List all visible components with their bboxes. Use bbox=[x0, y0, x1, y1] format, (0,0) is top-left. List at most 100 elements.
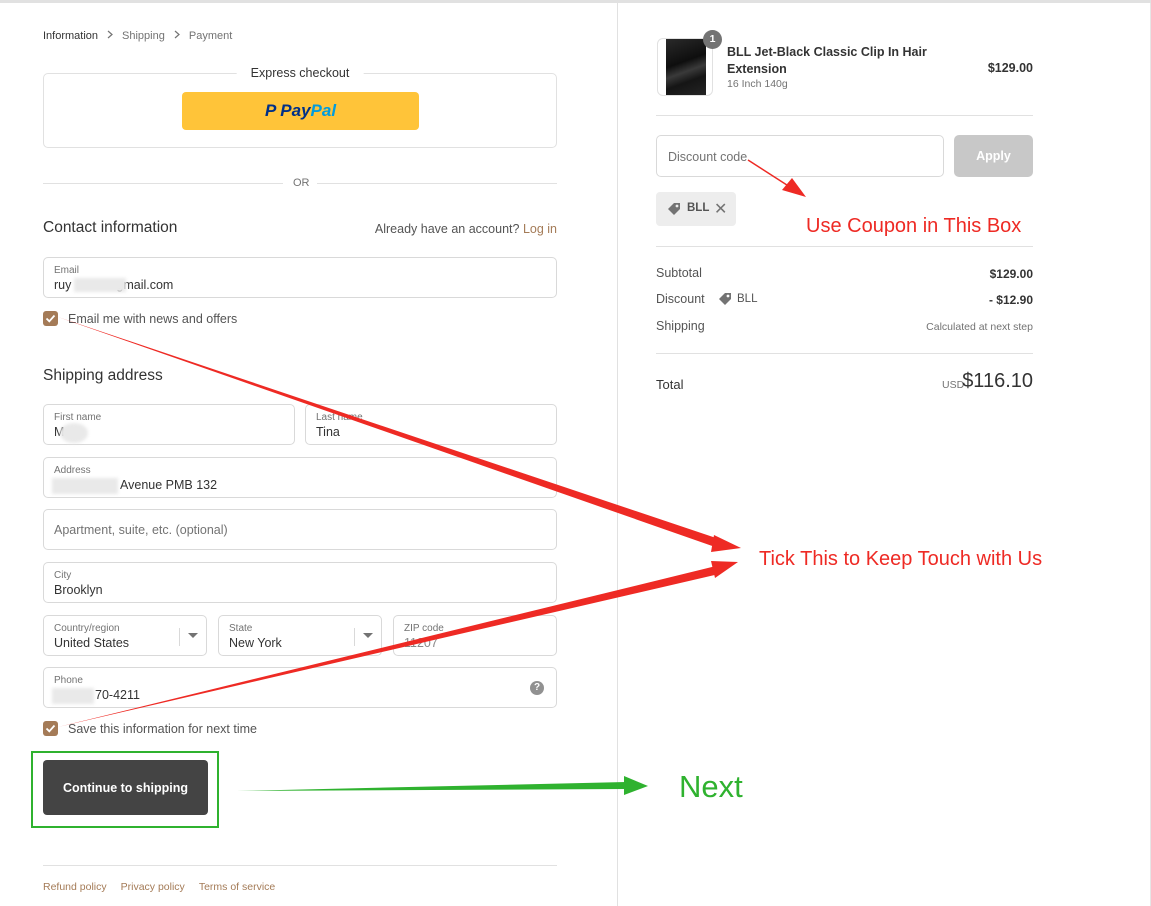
login-link[interactable]: Log in bbox=[523, 222, 557, 236]
product-thumbnail bbox=[657, 38, 713, 96]
email-label: Email bbox=[54, 265, 80, 276]
country-label: Country/region bbox=[54, 623, 120, 634]
phone-label: Phone bbox=[54, 675, 83, 686]
express-checkout-title: Express checkout bbox=[236, 66, 364, 80]
redaction-blur bbox=[52, 688, 94, 704]
paypal-button[interactable]: P Pay Pal bbox=[182, 92, 419, 130]
discount-placeholder: Discount code bbox=[668, 150, 748, 164]
footer-links: Refund policy Privacy policy Terms of se… bbox=[43, 881, 275, 893]
applied-code: BLL bbox=[687, 202, 710, 214]
continue-to-shipping-button[interactable]: Continue to shipping bbox=[43, 760, 208, 815]
tag-icon bbox=[667, 202, 681, 221]
select-separator bbox=[179, 628, 180, 646]
apartment-placeholder: Apartment, suite, etc. (optional) bbox=[54, 523, 228, 537]
last-name-field[interactable]: Last name Tina bbox=[305, 404, 557, 445]
tag-icon bbox=[718, 292, 732, 311]
address-label: Address bbox=[54, 465, 91, 476]
paypal-logo-icon: P bbox=[264, 101, 277, 120]
terms-of-service-link[interactable]: Terms of service bbox=[199, 881, 275, 893]
select-separator bbox=[354, 628, 355, 646]
state-label: State bbox=[229, 623, 253, 634]
account-prompt: Already have an account? Log in bbox=[375, 222, 557, 236]
privacy-policy-link[interactable]: Privacy policy bbox=[121, 881, 185, 893]
email-field[interactable]: Email ruy gmail.com bbox=[43, 257, 557, 298]
subtotal-label: Subtotal bbox=[656, 266, 702, 280]
zip-field[interactable]: ZIP code 11207 bbox=[393, 615, 557, 656]
phone-field[interactable]: Phone 70-4211 ? bbox=[43, 667, 557, 708]
product-name: BLL Jet-Black Classic Clip In Hair Exten… bbox=[727, 45, 927, 76]
or-divider-right bbox=[317, 183, 557, 184]
contact-section-title: Contact information bbox=[43, 219, 178, 236]
newsletter-label: Email me with news and offers bbox=[68, 312, 238, 326]
email-value-prefix: ruy bbox=[54, 278, 72, 292]
discount-value: - $12.90 bbox=[988, 293, 1033, 307]
or-divider-left bbox=[43, 183, 283, 184]
address-value: Avenue PMB 132 bbox=[120, 478, 218, 492]
annotation-tick: Tick This to Keep Touch with Us bbox=[759, 548, 1043, 570]
last-name-value: Tina bbox=[316, 425, 340, 439]
or-label: OR bbox=[293, 177, 310, 189]
apartment-field[interactable]: Apartment, suite, etc. (optional) bbox=[43, 509, 557, 550]
zip-label: ZIP code bbox=[404, 623, 444, 634]
product-image bbox=[666, 39, 706, 95]
account-prompt-text: Already have an account? bbox=[374, 222, 520, 236]
redaction-blur bbox=[74, 278, 126, 292]
column-divider bbox=[617, 3, 618, 906]
redaction-blur bbox=[60, 423, 88, 443]
discount-label: Discount bbox=[656, 292, 705, 306]
express-checkout-box: Express checkout P Pay Pal bbox=[43, 66, 557, 148]
apply-discount-button[interactable]: Apply bbox=[954, 135, 1033, 177]
footer-divider bbox=[43, 865, 557, 866]
annotation-coupon: Use Coupon in This Box bbox=[806, 215, 1022, 237]
checkmark-icon bbox=[45, 314, 56, 323]
shipping-label: Shipping bbox=[656, 319, 705, 333]
paypal-text-pay: Pay bbox=[280, 101, 311, 120]
paypal-text-pal: Pal bbox=[310, 101, 337, 120]
help-icon[interactable]: ? bbox=[530, 681, 544, 695]
product-variant: 16 Inch 140g bbox=[727, 78, 788, 90]
breadcrumb-shipping[interactable]: Shipping bbox=[122, 30, 165, 42]
breadcrumb: Information Shipping Payment bbox=[43, 30, 232, 42]
first-name-label: First name bbox=[54, 412, 102, 423]
country-value: United States bbox=[54, 636, 130, 650]
city-field[interactable]: City Brooklyn bbox=[43, 562, 557, 603]
total-value: $116.10 bbox=[962, 370, 1033, 392]
redaction-blur bbox=[52, 478, 118, 494]
chevron-down-icon bbox=[188, 633, 198, 638]
summary-divider bbox=[656, 353, 1033, 354]
total-currency: USD bbox=[942, 379, 965, 391]
discount-code: BLL bbox=[737, 293, 758, 305]
refund-policy-link[interactable]: Refund policy bbox=[43, 881, 107, 893]
last-name-label: Last name bbox=[316, 412, 363, 423]
close-icon[interactable]: ✕ bbox=[714, 199, 727, 219]
city-value: Brooklyn bbox=[54, 583, 103, 597]
address-field[interactable]: Address Avenue PMB 132 bbox=[43, 457, 557, 498]
phone-value: 70-4211 bbox=[95, 688, 140, 702]
city-label: City bbox=[54, 570, 72, 581]
total-label: Total bbox=[656, 377, 684, 392]
quantity-badge: 1 bbox=[703, 30, 722, 49]
product-price: $129.00 bbox=[987, 61, 1033, 75]
subtotal-value: $129.00 bbox=[989, 267, 1033, 281]
summary-divider bbox=[656, 246, 1033, 247]
summary-divider bbox=[656, 115, 1033, 116]
state-select[interactable]: State New York bbox=[218, 615, 382, 656]
breadcrumb-information[interactable]: Information bbox=[43, 30, 98, 42]
annotation-next: Next bbox=[679, 769, 743, 804]
state-value: New York bbox=[229, 636, 282, 650]
chevron-right-icon bbox=[107, 30, 113, 42]
zip-value: 11207 bbox=[404, 636, 438, 650]
save-info-checkbox[interactable] bbox=[43, 721, 58, 736]
newsletter-checkbox[interactable] bbox=[43, 311, 58, 326]
shipping-section-title: Shipping address bbox=[43, 367, 163, 384]
first-name-field[interactable]: First name M bbox=[43, 404, 295, 445]
discount-code-input[interactable]: Discount code bbox=[656, 135, 944, 177]
chevron-down-icon bbox=[363, 633, 373, 638]
breadcrumb-payment[interactable]: Payment bbox=[189, 30, 232, 42]
save-info-label: Save this information for next time bbox=[68, 722, 257, 736]
checkmark-icon bbox=[45, 724, 56, 733]
chevron-right-icon bbox=[174, 30, 180, 42]
country-select[interactable]: Country/region United States bbox=[43, 615, 207, 656]
applied-discount-chip: BLL ✕ bbox=[656, 192, 736, 226]
shipping-value: Calculated at next step bbox=[926, 321, 1033, 333]
